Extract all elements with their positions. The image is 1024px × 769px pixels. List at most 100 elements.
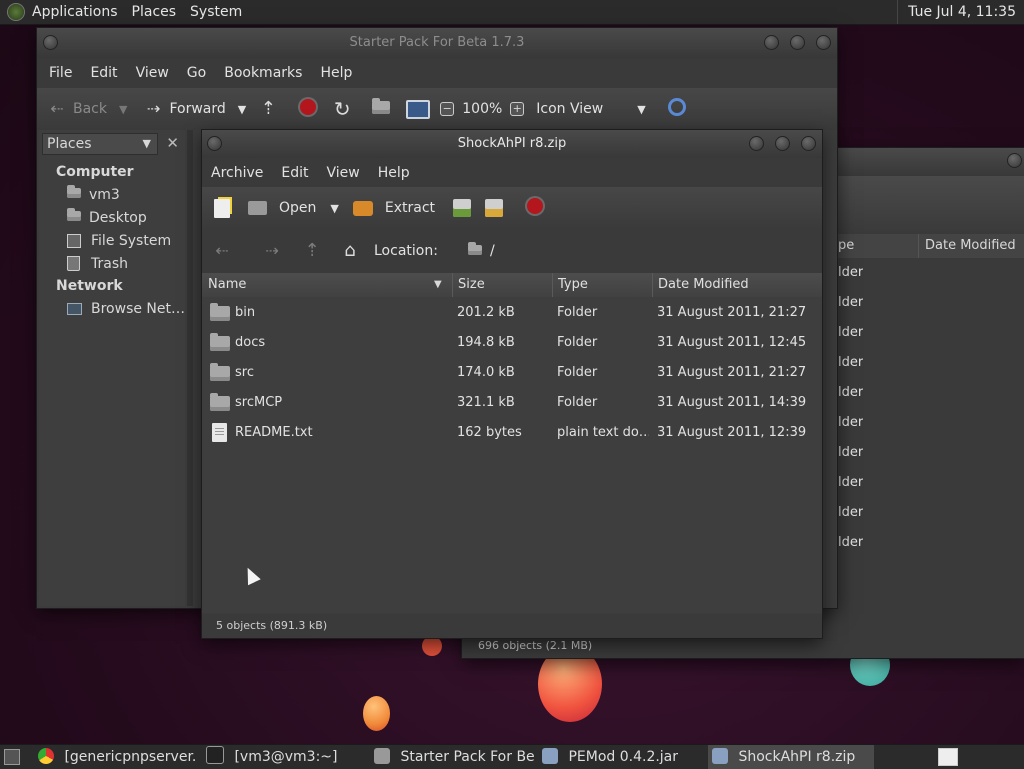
archive-manager-window[interactable]: ShockAhPI r8.zip Archive Edit View Help …: [202, 130, 822, 638]
taskbar-item-label: Starter Pack For Bet…: [400, 749, 534, 765]
table-row[interactable]: docs 194.8 kB Folder 31 August 2011, 12:…: [202, 328, 822, 358]
system-menu[interactable]: System: [190, 4, 242, 20]
applications-menu[interactable]: Applications: [32, 4, 118, 20]
zoom-level[interactable]: 100%: [462, 101, 502, 117]
back-dropdown-icon[interactable]: ▼: [119, 103, 127, 116]
maximize-button[interactable]: [775, 136, 790, 151]
table-row[interactable]: src 174.0 kB Folder 31 August 2011, 21:2…: [202, 358, 822, 388]
forward-button[interactable]: ⇢ Forward ▼: [143, 99, 246, 119]
sort-descending-icon[interactable]: ▼: [434, 279, 442, 290]
menu-edit[interactable]: Edit: [281, 165, 308, 181]
stop-icon[interactable]: [527, 198, 544, 218]
close-sidebar-icon[interactable]: ✕: [166, 134, 179, 152]
forward-arrow-icon[interactable]: ⇢: [262, 241, 282, 261]
search-icon[interactable]: [667, 98, 686, 116]
forward-dropdown-icon[interactable]: ▼: [238, 103, 246, 116]
window-title: Starter Pack For Beta 1.7.3: [349, 35, 525, 50]
menu-archive[interactable]: Archive: [211, 165, 263, 181]
table-row[interactable]: README.txt 162 bytes plain text do… 31 A…: [202, 418, 822, 448]
places-menu[interactable]: Places: [132, 4, 177, 20]
archive-window-titlebar[interactable]: ShockAhPI r8.zip: [202, 130, 822, 158]
type-column-header[interactable]: Type: [552, 273, 588, 297]
window-menu-button[interactable]: [1007, 153, 1022, 168]
computer-icon[interactable]: [406, 99, 431, 119]
back-arrow-icon: ⇠: [50, 99, 64, 118]
date-column-header[interactable]: Date Modified: [918, 234, 1016, 258]
close-button[interactable]: [816, 35, 831, 50]
name-column-header[interactable]: Name: [208, 273, 246, 297]
taskbar-item-pemod[interactable]: PEMod 0.4.2.jar: [542, 745, 702, 769]
window-title: ShockAhPI r8.zip: [457, 136, 567, 151]
file-name: srcMCP: [235, 395, 283, 410]
size-column-header[interactable]: Size: [452, 273, 485, 297]
sidebar-item-trash[interactable]: Trash: [67, 255, 185, 272]
taskbar-item-starter-pack[interactable]: Starter Pack For Bet…: [374, 745, 534, 769]
file-name: docs: [235, 335, 266, 350]
menu-help[interactable]: Help: [378, 165, 410, 181]
gnome-logo-icon[interactable]: [8, 4, 24, 20]
sidebar-item-filesystem[interactable]: File System: [67, 232, 185, 249]
taskbar-item-shockahpi[interactable]: ShockAhPI r8.zip: [708, 745, 874, 769]
open-archive-icon: [248, 201, 267, 215]
starter-window-titlebar[interactable]: Starter Pack For Beta 1.7.3: [37, 28, 837, 58]
home-icon[interactable]: ⌂: [340, 241, 360, 261]
show-desktop-icon[interactable]: [4, 749, 20, 765]
location-path[interactable]: /: [490, 243, 495, 259]
zoom-out-icon[interactable]: −: [440, 102, 455, 116]
sidebar-item-desktop[interactable]: Desktop: [67, 208, 185, 226]
extract-button[interactable]: Extract: [352, 200, 435, 216]
taskbar-item-browser[interactable]: [genericpnpserver.d…: [38, 745, 196, 769]
menu-view[interactable]: View: [327, 165, 360, 181]
file-type: Folder: [557, 335, 598, 350]
taskbar-item-label: [genericpnpserver.d…: [64, 749, 196, 765]
sidebar-item-label: File System: [91, 232, 172, 249]
home-folder-icon[interactable]: [372, 97, 391, 118]
menu-edit[interactable]: Edit: [90, 65, 117, 81]
table-row[interactable]: bin 201.2 kB Folder 31 August 2011, 21:2…: [202, 298, 822, 328]
menu-file[interactable]: File: [49, 65, 72, 81]
back-arrow-icon[interactable]: ⇠: [212, 241, 232, 261]
up-arrow-icon[interactable]: ⇡: [302, 241, 322, 261]
sidebar-item-vm3[interactable]: vm3: [67, 185, 185, 203]
open-dropdown-icon[interactable]: ▼: [330, 202, 338, 215]
open-button[interactable]: Open ▼: [248, 200, 339, 216]
zoom-in-icon[interactable]: +: [510, 102, 525, 116]
home-folder-icon: [67, 185, 81, 202]
close-button[interactable]: [801, 136, 816, 151]
view-mode-select[interactable]: Icon View ▼: [536, 101, 645, 117]
folder-icon: [210, 303, 230, 325]
trash-icon: [67, 256, 80, 271]
menu-go[interactable]: Go: [187, 65, 206, 81]
folder-icon: [210, 393, 230, 415]
sidebar-item-browse-network[interactable]: Browse Net…: [67, 300, 185, 317]
add-folder-icon[interactable]: [485, 199, 504, 217]
sidebar-item-label: Browse Net…: [91, 300, 186, 317]
file-size: 174.0 kB: [457, 365, 515, 380]
maximize-button[interactable]: [790, 35, 805, 50]
reload-icon[interactable]: ↻: [332, 99, 352, 119]
stop-icon[interactable]: [300, 99, 317, 119]
back-button[interactable]: ⇠ Back ▼: [47, 99, 127, 119]
places-dropdown[interactable]: Places ▼: [42, 133, 158, 155]
file-name: README.txt: [235, 425, 313, 440]
minimize-button[interactable]: [749, 136, 764, 151]
sidebar-divider[interactable]: [187, 130, 193, 606]
add-files-icon[interactable]: [453, 199, 472, 217]
window-menu-button[interactable]: [207, 136, 222, 151]
archive-icon: [712, 748, 728, 764]
minimize-button[interactable]: [764, 35, 779, 50]
window-menu-button[interactable]: [43, 35, 58, 50]
menu-help[interactable]: Help: [320, 65, 352, 81]
type-column-header[interactable]: pe: [838, 234, 854, 258]
clock[interactable]: Tue Jul 4, 11:35: [897, 0, 1024, 24]
view-mode-label: Icon View: [536, 101, 604, 117]
taskbar-item-terminal[interactable]: [vm3@vm3:~]: [206, 745, 366, 769]
menu-bookmarks[interactable]: Bookmarks: [224, 65, 302, 81]
date-column-header[interactable]: Date Modified: [652, 273, 749, 297]
new-archive-icon[interactable]: [214, 198, 230, 218]
workspace-switcher-icon[interactable]: [938, 748, 958, 766]
menu-view[interactable]: View: [136, 65, 169, 81]
file-date: 31 August 2011, 14:39: [657, 395, 807, 410]
table-row[interactable]: srcMCP 321.1 kB Folder 31 August 2011, 1…: [202, 388, 822, 418]
up-arrow-icon[interactable]: ⇡: [258, 99, 278, 119]
